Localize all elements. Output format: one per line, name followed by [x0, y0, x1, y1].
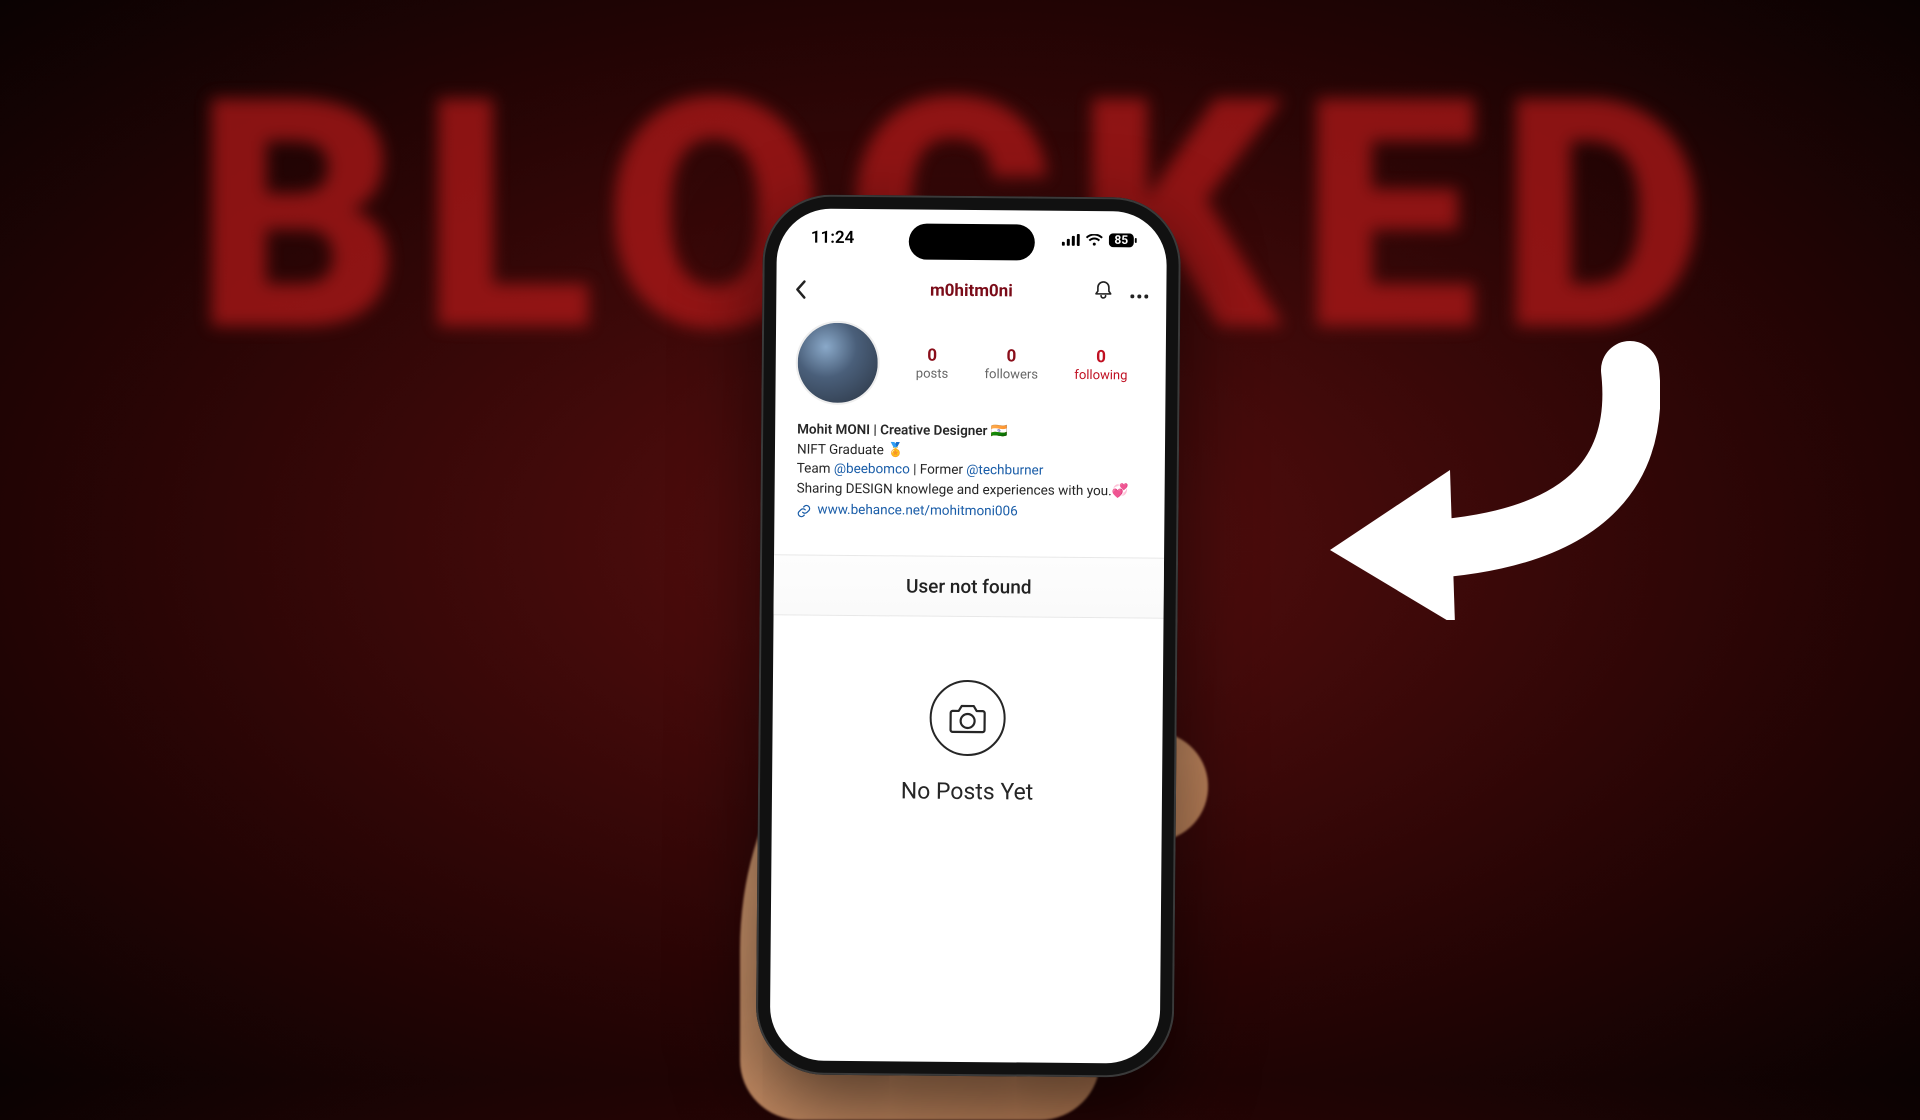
stat-following[interactable]: 0 following — [1074, 347, 1127, 383]
bio-line-4: Sharing DESIGN knowlege and experiences … — [797, 480, 1112, 499]
stat-followers-count: 0 — [985, 346, 1039, 366]
camera-icon — [949, 702, 987, 734]
bio-line-3-mid: | Former — [910, 462, 967, 478]
camera-circle-icon — [929, 680, 1006, 757]
bio-line-3-prefix: Team — [797, 461, 834, 477]
more-options-button[interactable] — [1130, 283, 1148, 302]
ellipsis-icon — [1130, 294, 1148, 298]
stat-followers[interactable]: 0 followers — [984, 346, 1038, 382]
mention-techburner[interactable]: @techburner — [966, 462, 1043, 479]
profile-nav-bar: m0hitm0ni — [776, 266, 1166, 315]
stat-posts[interactable]: 0 posts — [916, 346, 949, 382]
battery-icon: 85 — [1109, 233, 1137, 247]
stat-posts-label: posts — [916, 367, 949, 382]
bio-link[interactable]: www.behance.net/mohitmoni006 — [817, 501, 1017, 522]
bio-line-2: NIFT Graduate — [797, 441, 887, 458]
back-button[interactable] — [794, 279, 822, 299]
mention-beebomco[interactable]: @beebomco — [834, 461, 910, 478]
wifi-icon — [1086, 234, 1103, 246]
user-not-found-banner: User not found — [774, 554, 1165, 618]
status-indicators: 85 — [1062, 233, 1137, 248]
flag-emoji: 🇮🇳 — [991, 423, 1008, 439]
pointing-arrow-icon — [1300, 340, 1660, 620]
cellular-icon — [1062, 234, 1080, 246]
empty-posts-state: No Posts Yet — [772, 678, 1163, 806]
stat-following-count: 0 — [1074, 347, 1127, 367]
status-time: 11:24 — [811, 228, 855, 248]
dynamic-island — [909, 223, 1035, 260]
phone-device-frame: 11:24 85 — [756, 194, 1182, 1078]
medal-emoji: 🏅 — [887, 442, 904, 458]
profile-stats: 0 posts 0 followers 0 following — [898, 345, 1146, 383]
stat-following-label: following — [1074, 368, 1127, 383]
phone-screen: 11:24 85 — [770, 208, 1167, 1063]
stat-posts-count: 0 — [916, 346, 949, 366]
profile-username-title: m0hitm0ni — [930, 281, 1013, 302]
avatar[interactable] — [795, 320, 880, 405]
chevron-left-icon — [794, 279, 806, 299]
svg-text:85: 85 — [1114, 233, 1128, 247]
no-posts-text: No Posts Yet — [772, 776, 1162, 806]
bio-display-name: Mohit MONI | Creative Designer — [797, 421, 987, 439]
link-icon — [796, 503, 811, 518]
profile-header: 0 posts 0 followers 0 following — [795, 320, 1146, 407]
stat-followers-label: followers — [984, 367, 1038, 382]
bell-icon — [1092, 279, 1114, 301]
profile-bio: Mohit MONI | Creative Designer 🇮🇳 NIFT G… — [796, 420, 1143, 523]
notifications-button[interactable] — [1092, 279, 1114, 305]
heart-emoji: 💞 — [1112, 483, 1129, 499]
